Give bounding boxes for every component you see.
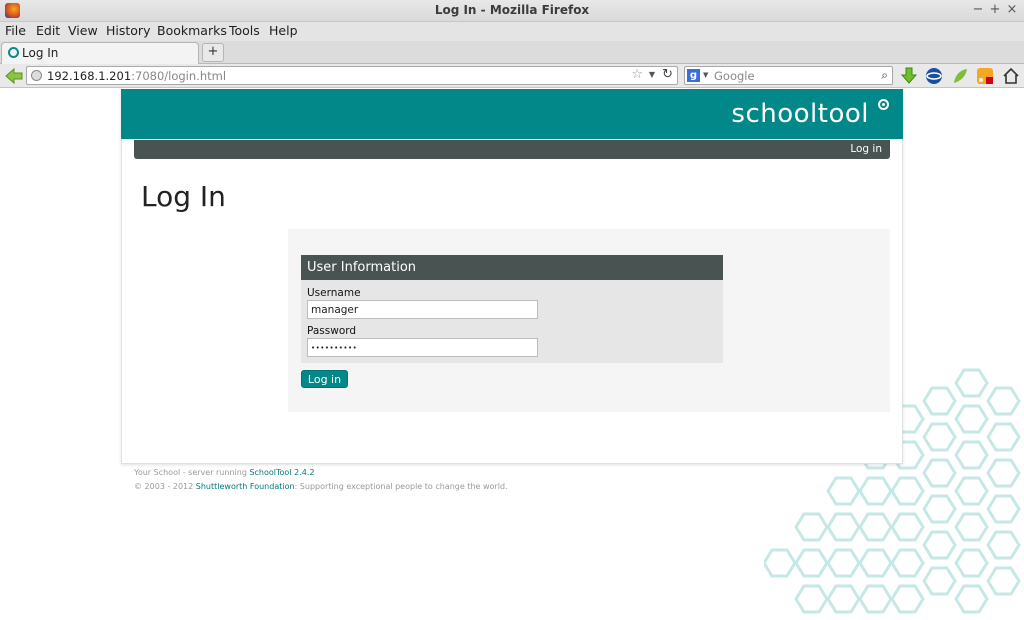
rss-feed-icon[interactable]: [976, 67, 994, 85]
nav-login-link[interactable]: Log in: [850, 143, 882, 155]
menu-help[interactable]: Help: [269, 23, 298, 38]
close-window-button[interactable]: ×: [1005, 2, 1019, 17]
login-button[interactable]: Log in: [301, 370, 348, 388]
schooltool-favicon-icon: [8, 47, 19, 58]
site-identity-icon[interactable]: [31, 70, 42, 81]
page-viewport: schooltool Log in Log In User Informatio…: [0, 89, 1024, 620]
page-title: Log In: [141, 180, 226, 213]
menu-bookmarks[interactable]: Bookmarks: [157, 23, 227, 38]
search-icon[interactable]: ⌕: [881, 68, 888, 83]
password-field[interactable]: ••••••••••: [307, 338, 538, 357]
tab-log-in[interactable]: Log In: [1, 42, 199, 64]
login-form: User Information Username manager Passwo…: [288, 229, 890, 412]
url-host: 192.168.1.201: [47, 69, 132, 83]
site-header: schooltool: [121, 89, 903, 139]
footer-copyright-text: © 2003 - 2012: [134, 482, 196, 491]
shuttleworth-foundation-link[interactable]: Shuttleworth Foundation: [196, 482, 295, 491]
schooltool-logo-mark-icon: [878, 99, 889, 110]
menu-tools[interactable]: Tools: [229, 23, 260, 38]
url-text[interactable]: 192.168.1.201:7080/login.html: [47, 69, 226, 83]
window-titlebar: Log In - Mozilla Firefox − + ×: [0, 0, 1024, 22]
maximize-button[interactable]: +: [988, 2, 1002, 17]
menu-edit[interactable]: Edit: [36, 23, 60, 38]
window-title: Log In - Mozilla Firefox: [434, 3, 590, 17]
home-icon[interactable]: [1002, 67, 1020, 85]
url-path: :7080/login.html: [131, 69, 227, 83]
site-nav-bar: Log in: [134, 140, 890, 159]
downloads-icon[interactable]: [900, 67, 918, 85]
menu-history[interactable]: History: [106, 23, 150, 38]
schooltool-logo[interactable]: schooltool: [731, 99, 869, 129]
footer-tagline: : Supporting exceptional people to chang…: [294, 482, 508, 491]
username-label: Username: [307, 287, 361, 299]
back-arrow-icon[interactable]: [4, 66, 24, 86]
url-history-dropdown-icon[interactable]: ▼: [649, 70, 655, 79]
search-engine-dropdown-icon[interactable]: ▼: [703, 71, 708, 79]
footer-copyright: © 2003 - 2012 Shuttleworth Foundation: S…: [134, 482, 508, 491]
legend-text: User Information: [307, 260, 417, 275]
navigation-toolbar: 192.168.1.201:7080/login.html ☆ ▼ ↻ g ▼ …: [0, 64, 1024, 88]
leaf-addon-icon[interactable]: [951, 67, 969, 85]
addon-globe-icon[interactable]: [925, 67, 943, 85]
menu-bar: File Edit View History Bookmarks Tools H…: [0, 22, 1024, 41]
footer-line1-text: Your School - server running: [134, 468, 250, 477]
tab-label: Log In: [22, 46, 59, 60]
menu-view[interactable]: View: [68, 23, 98, 38]
fieldset-legend: User Information: [301, 255, 723, 280]
username-field[interactable]: manager: [307, 300, 538, 319]
bookmark-star-icon[interactable]: ☆: [631, 67, 643, 82]
minimize-button[interactable]: −: [971, 2, 985, 17]
search-bar[interactable]: g ▼ Google ⌕: [684, 66, 893, 85]
tab-strip: Log In +: [0, 41, 1024, 64]
footer-server-info: Your School - server running SchoolTool …: [134, 468, 314, 477]
password-label: Password: [307, 325, 357, 337]
url-bar[interactable]: 192.168.1.201:7080/login.html ☆ ▼ ↻: [26, 66, 678, 85]
new-tab-button[interactable]: +: [202, 43, 224, 62]
user-information-fieldset: User Information Username manager Passwo…: [301, 255, 723, 363]
reload-icon[interactable]: ↻: [662, 67, 673, 82]
schooltool-version-link[interactable]: SchoolTool 2.4.2: [249, 468, 314, 477]
google-engine-icon[interactable]: g: [687, 69, 700, 82]
menu-file[interactable]: File: [5, 23, 26, 38]
search-input[interactable]: Google: [714, 69, 755, 83]
